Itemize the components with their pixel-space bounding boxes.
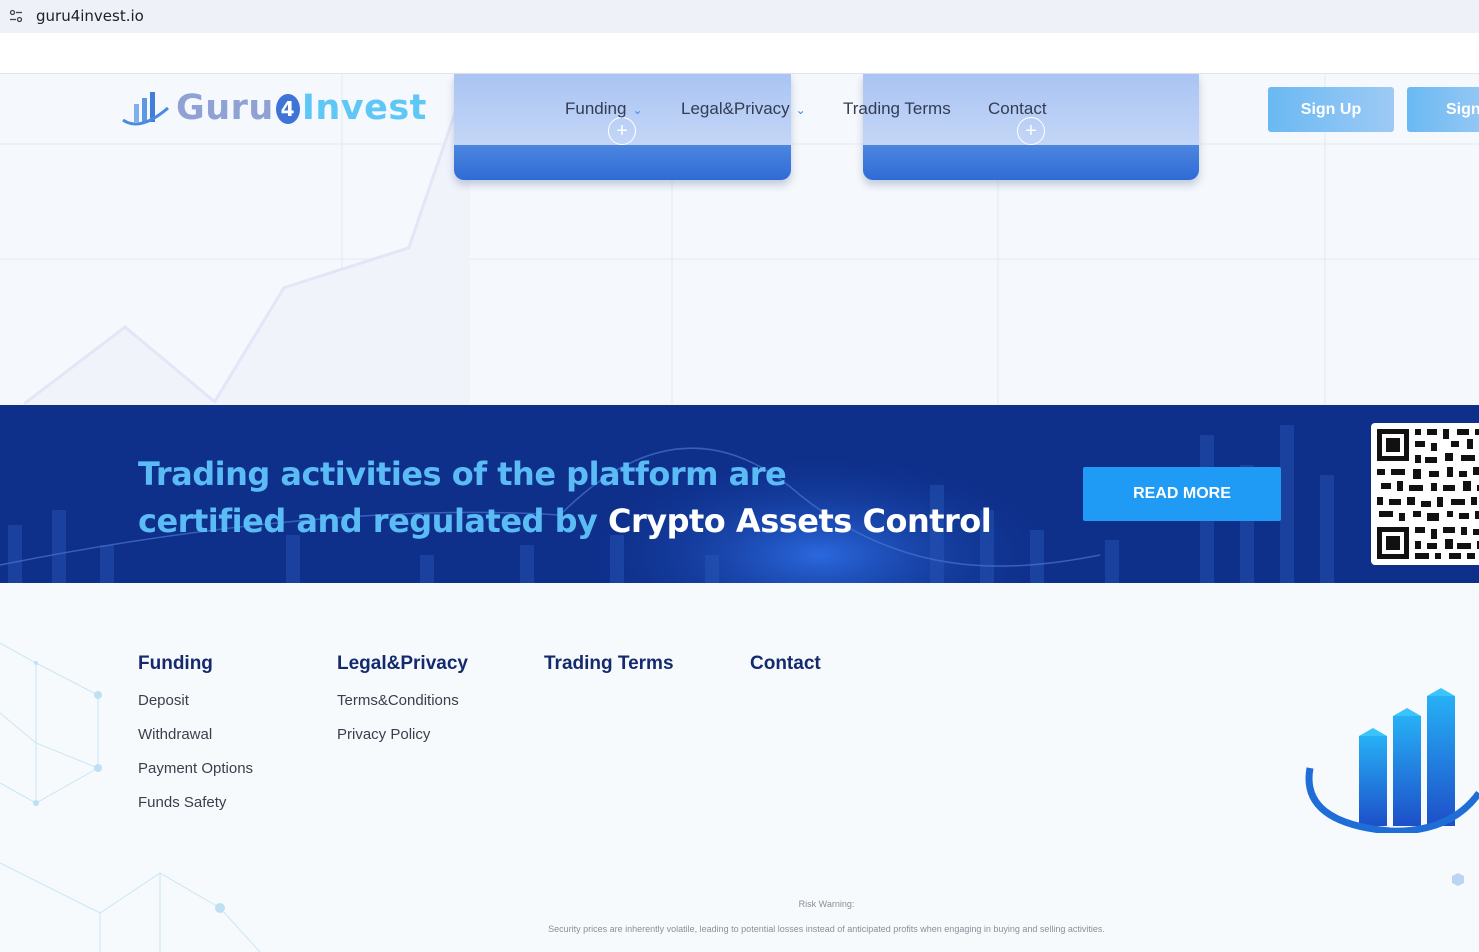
- footer-heading-funding[interactable]: Funding: [138, 653, 213, 675]
- risk-warning-title: Risk Warning:: [798, 899, 855, 909]
- nav-item-contact[interactable]: Contact: [988, 99, 1047, 119]
- banner-headline-line2a: certified and regulated by: [138, 502, 608, 540]
- footer-heading-contact[interactable]: Contact: [750, 653, 821, 675]
- browser-address-bar[interactable]: guru4invest.io: [0, 0, 1479, 33]
- sign-in-button[interactable]: Sign In: [1407, 87, 1479, 132]
- address-url[interactable]: guru4invest.io: [36, 7, 144, 25]
- dropdown-panel-funding[interactable]: +: [454, 74, 791, 180]
- chevron-down-icon: ⌄: [795, 103, 806, 117]
- footer-link-deposit[interactable]: Deposit: [138, 692, 189, 709]
- dropdown-panel-legal[interactable]: +: [863, 74, 1199, 180]
- footer-link-terms-conditions[interactable]: Terms&Conditions: [337, 692, 459, 709]
- footer-heading-legal-privacy[interactable]: Legal&Privacy: [337, 653, 468, 675]
- footer-link-privacy-policy[interactable]: Privacy Policy: [337, 726, 430, 743]
- bar-chart-logo-icon: [1305, 688, 1479, 833]
- sign-up-button[interactable]: Sign Up: [1268, 87, 1394, 132]
- banner-headline: Trading activities of the platform are c…: [138, 451, 992, 545]
- bar-chart-logo-icon: [122, 92, 169, 126]
- nav-label: Contact: [988, 99, 1047, 118]
- site-logo[interactable]: Guru 4 Invest: [120, 86, 427, 130]
- plus-circle-icon[interactable]: +: [1017, 117, 1045, 145]
- footer-link-funds-safety[interactable]: Funds Safety: [138, 794, 226, 811]
- regulation-banner: Trading activities of the platform are c…: [0, 405, 1479, 583]
- risk-warning-text: Security prices are inherently volatile,…: [548, 924, 1105, 934]
- read-more-button[interactable]: READ MORE: [1083, 467, 1281, 521]
- nav-item-funding[interactable]: Funding ⌄: [565, 99, 643, 119]
- nav-label: Funding: [565, 99, 627, 118]
- nav-item-legal-privacy[interactable]: Legal&Privacy ⌄: [681, 99, 806, 119]
- footer-link-withdrawal[interactable]: Withdrawal: [138, 726, 212, 743]
- nav-item-trading-terms[interactable]: Trading Terms: [843, 99, 951, 119]
- browser-content-top: [0, 33, 1479, 74]
- logo-text-4: 4: [275, 94, 300, 124]
- footer-link-payment-options[interactable]: Payment Options: [138, 760, 253, 777]
- logo-text-guru: Guru: [176, 88, 274, 128]
- chevron-down-icon: ⌄: [632, 103, 643, 117]
- site-info-icon[interactable]: [9, 9, 23, 23]
- logo-text-invest: Invest: [301, 88, 427, 128]
- plus-circle-icon[interactable]: +: [608, 117, 636, 145]
- site-footer: Funding Deposit Withdrawal Payment Optio…: [0, 583, 1479, 952]
- banner-headline-line1: Trading activities of the platform are: [138, 455, 787, 493]
- nav-label: Trading Terms: [843, 99, 951, 118]
- qr-code-icon: [1371, 423, 1479, 565]
- footer-heading-trading-terms[interactable]: Trading Terms: [544, 653, 674, 675]
- banner-headline-line2b: Crypto Assets Control: [607, 502, 992, 540]
- nav-label: Legal&Privacy: [681, 99, 790, 118]
